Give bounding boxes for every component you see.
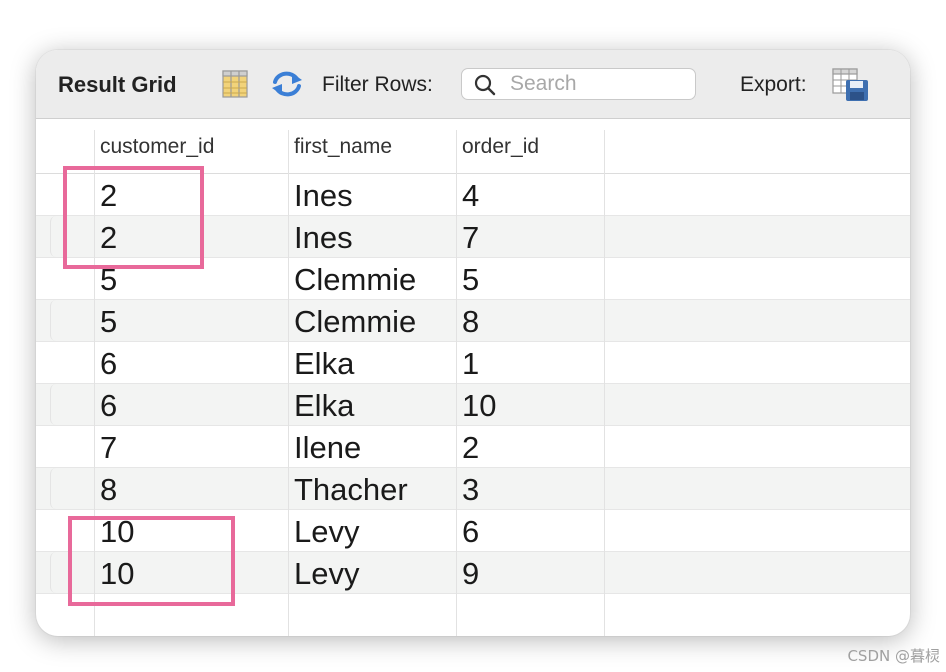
table-row[interactable]: 7 Ilene 2 [36, 426, 910, 468]
table-row[interactable]: 5 Clemmie 8 [36, 300, 910, 342]
cell-first-name[interactable]: Thacher [294, 473, 408, 507]
column-divider [604, 130, 605, 636]
refresh-icon[interactable] [270, 69, 304, 99]
result-grid-toolbar: Result Grid Filter Rows: Export: [36, 50, 910, 119]
cell-first-name[interactable]: Clemmie [294, 263, 416, 297]
row-marker [50, 300, 61, 341]
search-icon [474, 74, 496, 96]
cell-first-name[interactable]: Elka [294, 389, 354, 423]
cell-customer-id[interactable]: 8 [100, 473, 117, 507]
cell-customer-id[interactable]: 6 [100, 347, 117, 381]
row-marker [50, 468, 61, 509]
cell-order-id[interactable]: 2 [462, 431, 479, 465]
cell-order-id[interactable]: 10 [462, 389, 496, 423]
watermark: CSDN @暮棂 [847, 647, 940, 665]
search-field[interactable] [461, 68, 696, 100]
cell-order-id[interactable]: 8 [462, 305, 479, 339]
column-header-order-id[interactable]: order_id [462, 135, 539, 159]
cell-first-name[interactable]: Ines [294, 179, 353, 213]
cell-order-id[interactable]: 7 [462, 221, 479, 255]
cell-order-id[interactable]: 3 [462, 473, 479, 507]
highlight-box-duplicate-customer-10 [68, 516, 235, 606]
table-row[interactable]: 6 Elka 10 [36, 384, 910, 426]
table-row[interactable]: 8 Thacher 3 [36, 468, 910, 510]
cell-order-id[interactable]: 1 [462, 347, 479, 381]
cell-first-name[interactable]: Ines [294, 221, 353, 255]
export-icon[interactable] [832, 68, 870, 102]
row-marker [50, 384, 61, 425]
cell-order-id[interactable]: 4 [462, 179, 479, 213]
column-divider [288, 130, 289, 636]
cell-first-name[interactable]: Elka [294, 347, 354, 381]
result-grid-title: Result Grid [58, 72, 177, 97]
cell-order-id[interactable]: 5 [462, 263, 479, 297]
cell-order-id[interactable]: 9 [462, 557, 479, 591]
cell-first-name[interactable]: Clemmie [294, 305, 416, 339]
export-label: Export: [740, 73, 807, 96]
cell-order-id[interactable]: 6 [462, 515, 479, 549]
cell-first-name[interactable]: Levy [294, 557, 359, 591]
column-divider [456, 130, 457, 636]
filter-rows-label: Filter Rows: [322, 73, 433, 96]
row-marker [50, 552, 61, 593]
search-input[interactable] [510, 72, 690, 96]
cell-first-name[interactable]: Levy [294, 515, 359, 549]
cell-first-name[interactable]: Ilene [294, 431, 361, 465]
column-header-first-name[interactable]: first_name [294, 135, 392, 159]
highlight-box-duplicate-customer-2 [63, 166, 204, 269]
column-header-customer-id[interactable]: customer_id [100, 135, 214, 159]
grid-layout-icon[interactable] [222, 70, 248, 98]
cell-customer-id[interactable]: 7 [100, 431, 117, 465]
cell-customer-id[interactable]: 5 [100, 305, 117, 339]
row-marker [50, 216, 61, 257]
table-row[interactable]: 6 Elka 1 [36, 342, 910, 384]
cell-customer-id[interactable]: 6 [100, 389, 117, 423]
